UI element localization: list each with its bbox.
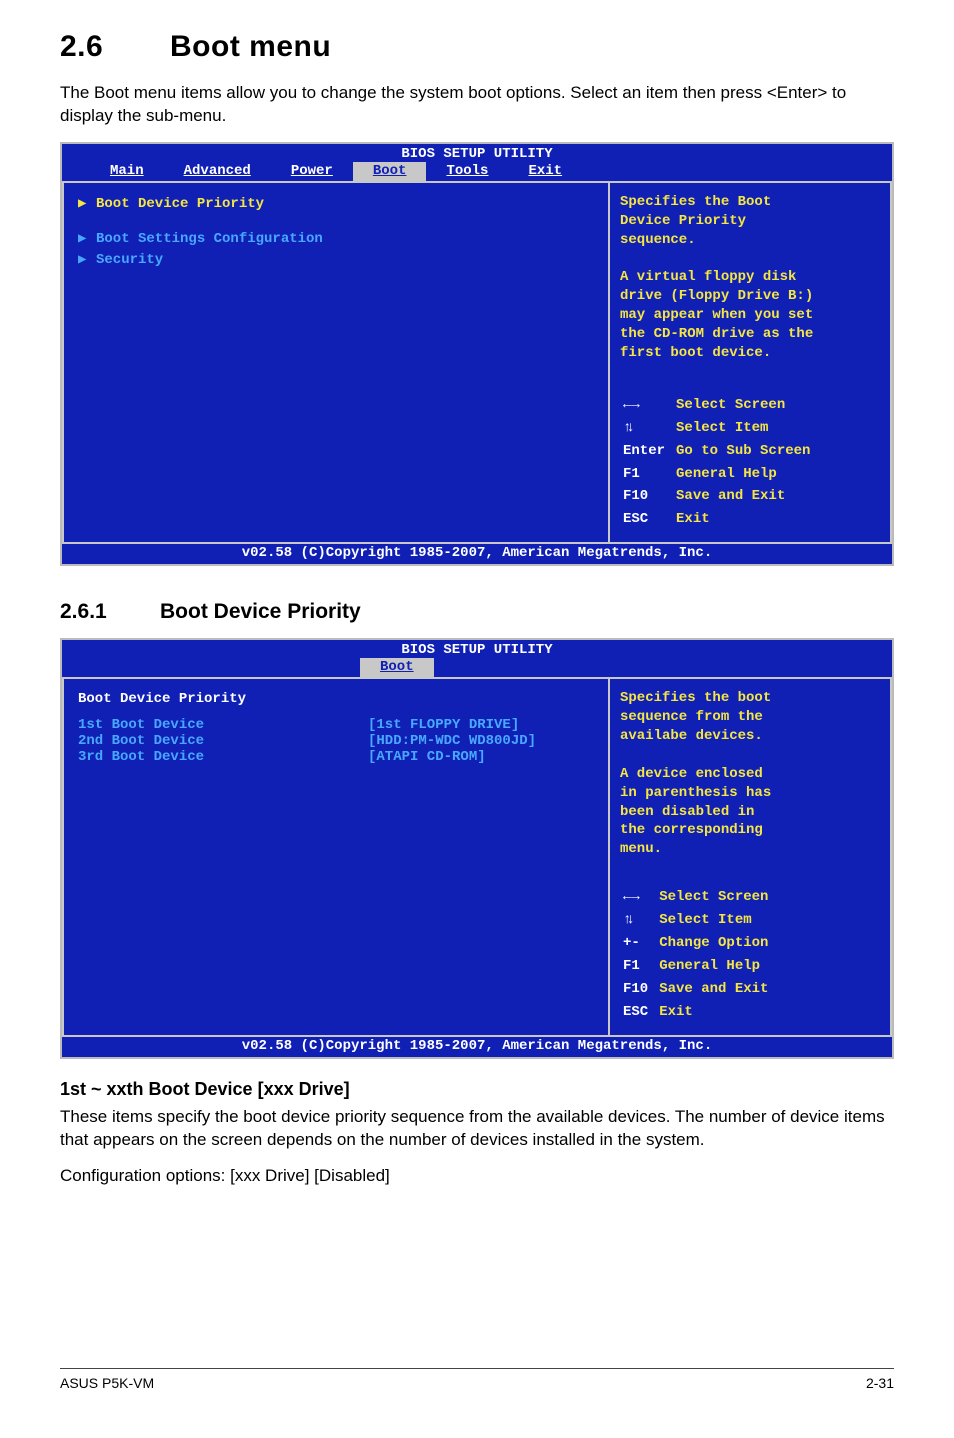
row-value: [HDD:PM-WDC WD800JD] <box>368 733 536 749</box>
nav-select-item: Select Item <box>675 418 818 439</box>
tab-power: Power <box>271 162 353 181</box>
nav-exit: Exit <box>675 509 818 530</box>
subsection-title-text: Boot Device Priority <box>160 600 361 623</box>
submenu-marker-icon: ▶ <box>78 251 96 268</box>
bios-screenshot-boot-priority: BIOS SETUP UTILITY Boot Boot Device Prio… <box>60 638 894 1058</box>
pane-header: Boot Device Priority <box>78 691 594 707</box>
updown-icon: ↑↓ <box>622 418 673 439</box>
nav-go-sub: Go to Sub Screen <box>675 441 818 462</box>
nav-key-esc: ESC <box>622 1002 656 1023</box>
intro-paragraph: The Boot menu items allow you to change … <box>60 82 894 128</box>
bios-nav-hints: ←→Select Screen ↑↓Select Item EnterGo to… <box>620 393 820 532</box>
bios-copyright: v02.58 (C)Copyright 1985-2007, American … <box>62 1037 892 1057</box>
page-footer: ASUS P5K-VM 2-31 <box>60 1368 894 1391</box>
tab-exit: Exit <box>508 162 582 181</box>
config-options: Configuration options: [xxx Drive] [Disa… <box>60 1165 894 1188</box>
option-description: These items specify the boot device prio… <box>60 1106 894 1152</box>
help-line: Specifies the Boot <box>620 193 880 212</box>
nav-general-help: General Help <box>675 464 818 485</box>
bios-menubar: Boot <box>62 658 892 677</box>
nav-select-screen: Select Screen <box>658 887 776 908</box>
section-heading: 2.6Boot menu <box>60 30 894 64</box>
help-line: A virtual floppy disk <box>620 268 880 287</box>
nav-save-exit: Save and Exit <box>675 486 818 507</box>
nav-general-help: General Help <box>658 956 776 977</box>
row-label: 1st Boot Device <box>78 717 368 733</box>
subsection-number: 2.6.1 <box>60 600 160 624</box>
bios-copyright: v02.58 (C)Copyright 1985-2007, American … <box>62 544 892 564</box>
footer-right: 2-31 <box>866 1375 894 1391</box>
nav-key-plusminus: +- <box>622 933 656 954</box>
bios-screenshot-boot-menu: BIOS SETUP UTILITY Main Advanced Power B… <box>60 142 894 566</box>
section-title-text: Boot menu <box>170 30 331 63</box>
help-line: the CD-ROM drive as the <box>620 325 880 344</box>
option-heading: 1st ~ xxth Boot Device [xxx Drive] <box>60 1079 894 1100</box>
bios-help-pane: Specifies the boot sequence from the ava… <box>608 677 892 1036</box>
help-line: A device enclosed <box>620 765 880 784</box>
nav-key-enter: Enter <box>622 441 673 462</box>
arrows-icon: ←→ <box>622 395 673 416</box>
bios-title: BIOS SETUP UTILITY <box>62 144 892 162</box>
bios-help-pane: Specifies the Boot Device Priority seque… <box>608 181 892 544</box>
bios-menubar: Main Advanced Power Boot Tools Exit <box>62 162 892 181</box>
bios-left-pane: Boot Device Priority 1st Boot Device[1st… <box>62 677 608 1036</box>
arrows-icon: ←→ <box>622 887 656 908</box>
nav-key-f10: F10 <box>622 486 673 507</box>
row-value: [1st FLOPPY DRIVE] <box>368 717 519 733</box>
bios-title: BIOS SETUP UTILITY <box>62 640 892 658</box>
help-line: Specifies the boot <box>620 689 880 708</box>
help-line: may appear when you set <box>620 306 880 325</box>
nav-exit: Exit <box>658 1002 776 1023</box>
nav-key-f10: F10 <box>622 979 656 1000</box>
bios-nav-hints: ←→Select Screen ↑↓Select Item +-Change O… <box>620 885 778 1024</box>
subsection-heading: 2.6.1Boot Device Priority <box>60 600 894 624</box>
item-boot-device-priority: Boot Device Priority <box>96 196 264 212</box>
footer-left: ASUS P5K-VM <box>60 1375 154 1391</box>
nav-key-esc: ESC <box>622 509 673 530</box>
help-line: been disabled in <box>620 803 880 822</box>
nav-select-screen: Select Screen <box>675 395 818 416</box>
nav-key-f1: F1 <box>622 956 656 977</box>
tab-advanced: Advanced <box>164 162 271 181</box>
nav-key-f1: F1 <box>622 464 673 485</box>
help-line: Device Priority <box>620 212 880 231</box>
item-security: Security <box>96 252 163 268</box>
row-label: 2nd Boot Device <box>78 733 368 749</box>
submenu-marker-icon: ▶ <box>78 195 96 212</box>
bios-left-pane: ▶Boot Device Priority ▶Boot Settings Con… <box>62 181 608 544</box>
help-line: the corresponding <box>620 821 880 840</box>
nav-save-exit: Save and Exit <box>658 979 776 1000</box>
tab-boot: Boot <box>353 162 427 181</box>
row-label: 3rd Boot Device <box>78 749 368 765</box>
help-line: menu. <box>620 840 880 859</box>
help-line: in parenthesis has <box>620 784 880 803</box>
nav-select-item: Select Item <box>658 910 776 931</box>
updown-icon: ↑↓ <box>622 910 656 931</box>
tab-main: Main <box>90 162 164 181</box>
submenu-marker-icon: ▶ <box>78 230 96 247</box>
item-boot-settings-config: Boot Settings Configuration <box>96 231 323 247</box>
help-line: sequence. <box>620 231 880 250</box>
section-number: 2.6 <box>60 30 170 64</box>
row-value: [ATAPI CD-ROM] <box>368 749 486 765</box>
tab-boot: Boot <box>360 658 434 677</box>
nav-change-option: Change Option <box>658 933 776 954</box>
help-line: sequence from the <box>620 708 880 727</box>
tab-tools: Tools <box>426 162 508 181</box>
help-line: first boot device. <box>620 344 880 363</box>
help-line: availabe devices. <box>620 727 880 746</box>
help-line: drive (Floppy Drive B:) <box>620 287 880 306</box>
